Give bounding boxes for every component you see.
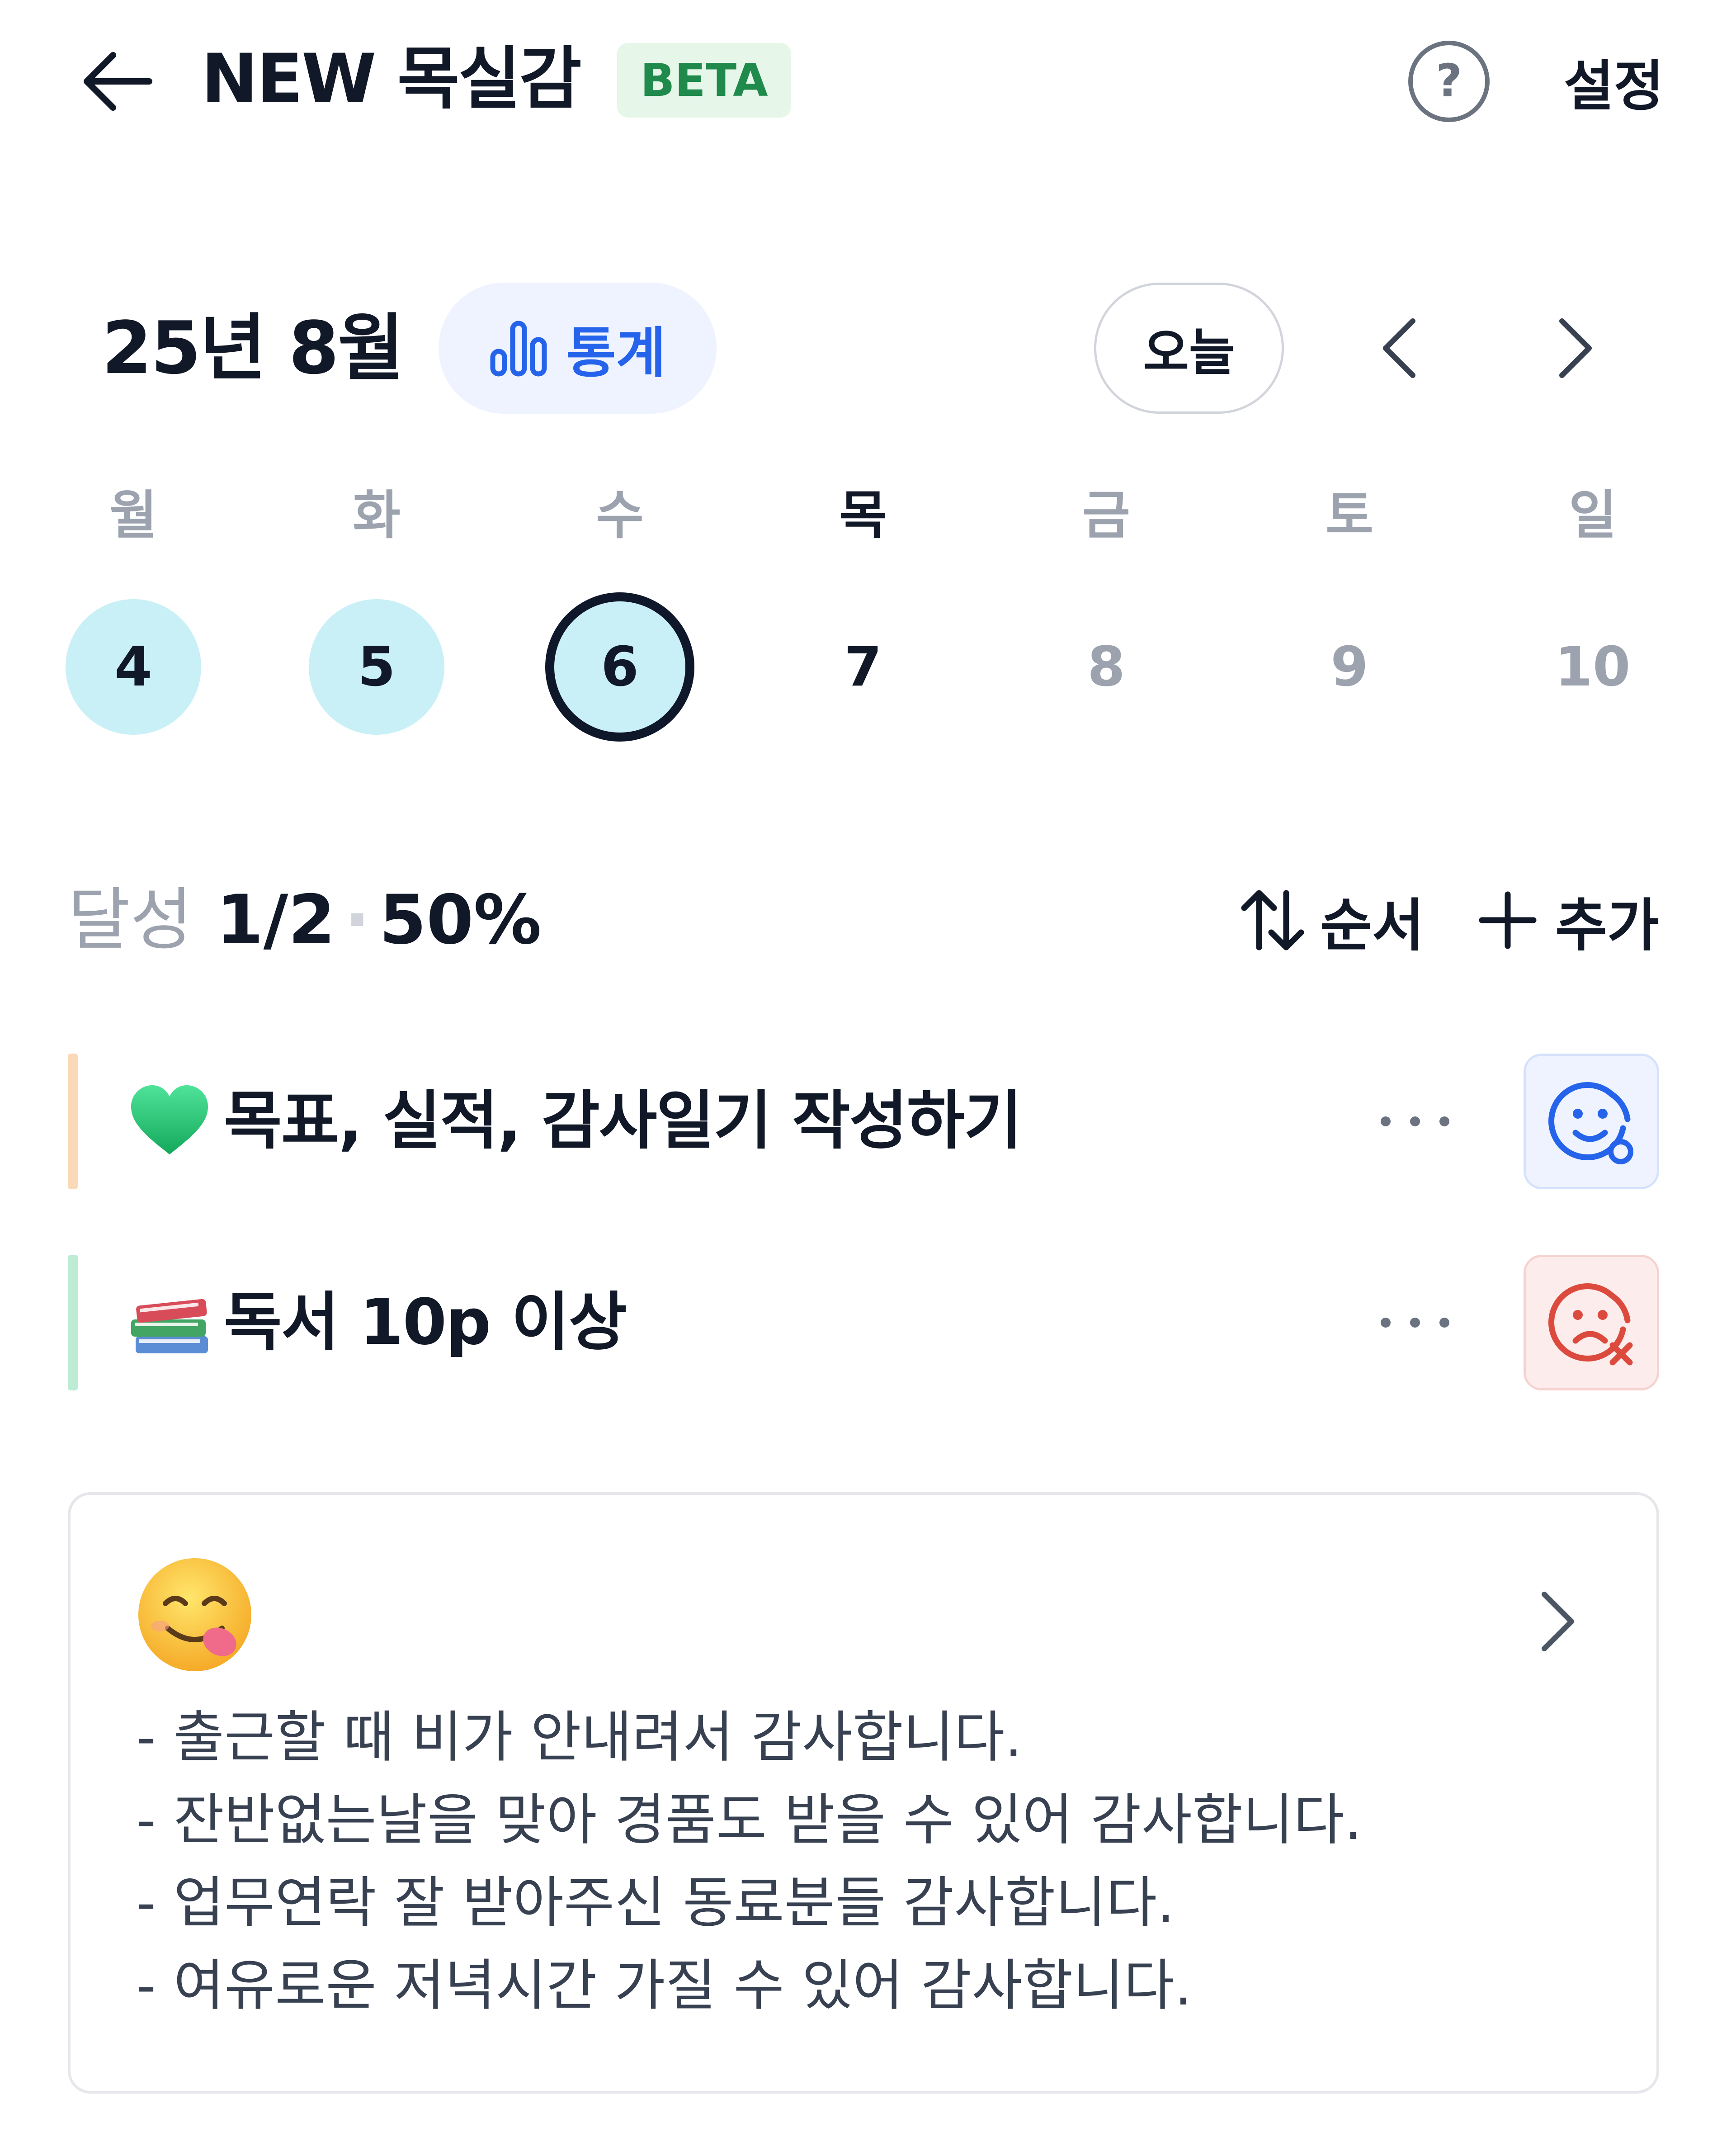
- gratitude-line: - 잔반없는날을 맞아 경품도 받을 수 있어 감사합니다.: [136, 1788, 1362, 1852]
- gratitude-line: - 업무연락 잘 받아주신 동료분들 감사합니다.: [136, 1871, 1175, 1935]
- day-10[interactable]: 10: [1525, 599, 1661, 735]
- progress-separator: ·: [344, 881, 370, 960]
- day-7[interactable]: 7: [795, 599, 931, 735]
- day-4[interactable]: 4: [66, 599, 201, 735]
- more-options-icon[interactable]: [1374, 1305, 1456, 1341]
- page-title: NEW 목실감: [201, 40, 582, 118]
- sort-arrows-icon: [1239, 886, 1307, 954]
- today-button[interactable]: 오늘: [1094, 283, 1284, 414]
- stats-label: 통계: [566, 322, 666, 385]
- sort-label: 순서: [1320, 893, 1424, 959]
- gratitude-line: - 출근할 때 비가 안내려서 감사합니다.: [136, 1705, 1023, 1769]
- month-label: 25년 8월: [102, 306, 404, 390]
- task-accent-bar: [68, 1054, 78, 1189]
- weekday-tue: 화: [353, 485, 401, 546]
- day-9[interactable]: 9: [1282, 599, 1417, 735]
- progress-percent: 50%: [379, 881, 542, 960]
- sad-x-icon: [1544, 1275, 1639, 1370]
- weekday-thu: 목: [839, 485, 887, 546]
- sort-button[interactable]: 순서: [1239, 879, 1424, 961]
- status-failed-button[interactable]: [1524, 1255, 1659, 1390]
- green-heart-icon: [127, 1078, 212, 1164]
- plus-icon: [1478, 891, 1537, 950]
- status-success-button[interactable]: [1524, 1054, 1659, 1189]
- weekday-sat: 토: [1326, 485, 1373, 546]
- beta-badge: BETA: [617, 43, 791, 118]
- gratitude-card[interactable]: - 출근할 때 비가 안내려서 감사합니다. - 잔반없는날을 맞아 경품도 받…: [68, 1492, 1659, 2094]
- weekday-fri: 금: [1082, 485, 1130, 546]
- yum-face-icon: [134, 1554, 256, 1676]
- task-item[interactable]: 독서 10p 이상: [68, 1255, 1659, 1390]
- progress-fraction: 1/2: [216, 881, 335, 960]
- task-accent-bar: [68, 1255, 78, 1390]
- books-icon: [127, 1280, 212, 1366]
- day-6-selected[interactable]: 6: [545, 592, 694, 742]
- add-task-button[interactable]: 추가: [1478, 879, 1659, 961]
- progress-label: 달성: [68, 881, 193, 960]
- weekday-sun: 일: [1569, 485, 1617, 546]
- back-arrow-icon[interactable]: [81, 50, 154, 113]
- task-title: 목표, 실적, 감사일기 작성하기: [224, 1084, 1022, 1158]
- chevron-right-icon[interactable]: [1526, 1585, 1585, 1658]
- task-item[interactable]: 목표, 실적, 감사일기 작성하기: [68, 1054, 1659, 1189]
- gratitude-text: - 출근할 때 비가 안내려서 감사합니다. - 잔반없는날을 맞아 경품도 받…: [136, 1696, 1362, 2027]
- settings-button[interactable]: 설정: [1546, 38, 1664, 124]
- weekday-mon: 월: [109, 485, 157, 546]
- task-title: 독서 10p 이상: [224, 1286, 627, 1359]
- day-8[interactable]: 8: [1038, 599, 1174, 735]
- add-label: 추가: [1555, 893, 1659, 959]
- chevron-left-icon[interactable]: [1370, 312, 1433, 384]
- day-5[interactable]: 5: [309, 599, 444, 735]
- stats-button[interactable]: 통계: [439, 283, 717, 414]
- gratitude-line: - 여유로운 저녁시간 가질 수 있어 감사합니다.: [136, 1953, 1192, 2018]
- more-options-icon[interactable]: [1374, 1103, 1456, 1139]
- chevron-right-icon[interactable]: [1542, 312, 1605, 384]
- weekday-wed: 수: [596, 485, 644, 546]
- progress-summary: 달성 1/2 · 50%: [68, 879, 542, 961]
- smile-check-icon: [1544, 1074, 1639, 1169]
- svg-text:?: ?: [1436, 54, 1462, 107]
- bar-chart-icon: [489, 319, 548, 378]
- help-icon[interactable]: ?: [1406, 38, 1492, 124]
